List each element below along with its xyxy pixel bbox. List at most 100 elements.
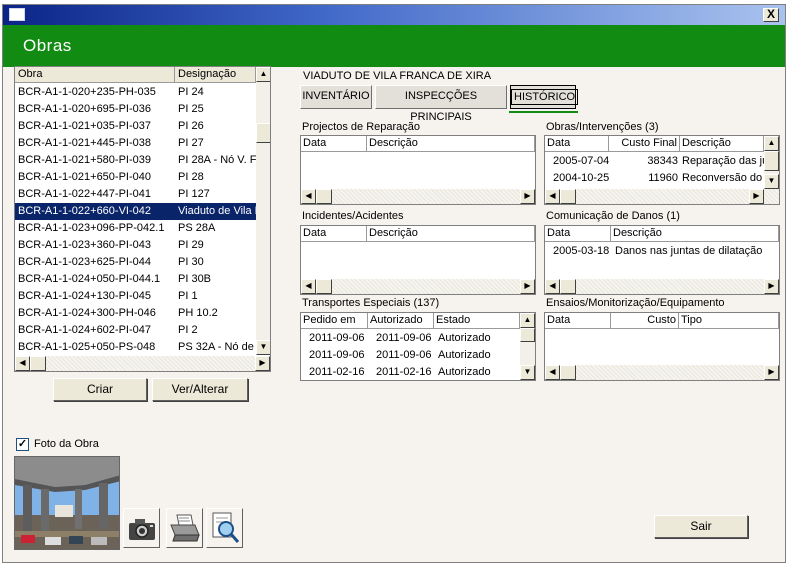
criar-button[interactable]: Criar [53, 378, 147, 401]
projectos-grid[interactable]: Data Descrição ◀ ▶ [300, 135, 536, 205]
column-header-descricao[interactable]: Descrição [611, 226, 779, 242]
scroll-down-icon[interactable]: ▼ [764, 174, 779, 189]
scroll-left-icon[interactable]: ◀ [15, 356, 30, 371]
column-header-pedido-em[interactable]: Pedido em [301, 313, 368, 329]
transportes-grid[interactable]: Pedido em Autorizado Estado 2011-09-06 2… [300, 312, 536, 381]
list-item[interactable]: BCR-A1-1-022+447-PI-041 PI 127 [15, 186, 256, 203]
scroll-thumb[interactable] [560, 365, 576, 380]
scroll-right-icon[interactable]: ▶ [520, 279, 535, 294]
foto-checkbox[interactable]: ✓ [16, 438, 29, 451]
cell-pedido-em: 2011-02-16 [309, 366, 365, 378]
column-header-descricao[interactable]: Descrição [367, 226, 535, 242]
list-item[interactable]: BCR-A1-1-021+445-PI-038 PI 27 [15, 135, 256, 152]
table-row[interactable]: 2011-09-06 2011-09-06 Autorizado [301, 347, 520, 364]
scroll-right-icon[interactable]: ▶ [255, 356, 270, 371]
ver-alterar-button[interactable]: Ver/Alterar [152, 378, 248, 401]
scroll-up-icon[interactable]: ▲ [520, 313, 535, 328]
column-header-autorizado[interactable]: Autorizado [368, 313, 434, 329]
scroll-thumb[interactable] [30, 356, 46, 371]
projectos-hscroll[interactable]: ◀ ▶ [301, 189, 535, 204]
list-item-designacao: PI 30B [178, 273, 212, 285]
list-item[interactable]: BCR-A1-1-023+096-PP-042.1 PS 28A [15, 220, 256, 237]
scroll-down-icon[interactable]: ▼ [256, 340, 270, 355]
scroll-up-icon[interactable]: ▲ [764, 136, 779, 151]
ensaios-grid[interactable]: Data Custo Tipo ◀ ▶ [544, 312, 780, 381]
incidentes-hscroll[interactable]: ◀ ▶ [301, 279, 535, 294]
column-header-obra[interactable]: Obra [15, 67, 175, 83]
column-header-custo[interactable]: Custo [611, 313, 679, 329]
list-item[interactable]: BCR-A1-1-020+695-PI-036 PI 25 [15, 101, 256, 118]
list-item[interactable]: BCR-A1-1-024+130-PI-045 PI 1 [15, 288, 256, 305]
list-item[interactable]: BCR-A1-1-024+050-PI-044.1 PI 30B [15, 271, 256, 288]
column-header-data[interactable]: Data [301, 226, 367, 242]
scroll-left-icon[interactable]: ◀ [545, 189, 560, 204]
ensaios-label: Ensaios/Monitorização/Equipamento [546, 297, 725, 309]
column-header-descricao[interactable]: Descrição [680, 136, 764, 152]
preview-button[interactable] [206, 508, 243, 548]
scroll-right-icon[interactable]: ▶ [764, 279, 779, 294]
column-header-data[interactable]: Data [301, 136, 367, 152]
obras-intervencoes-hscroll[interactable]: ◀ ▶ [545, 189, 779, 204]
print-button[interactable] [166, 508, 203, 548]
scroll-thumb[interactable] [316, 189, 332, 204]
obras-intervencoes-vscroll[interactable]: ▲ ▼ [764, 136, 779, 189]
column-header-tipo[interactable]: Tipo [679, 313, 779, 329]
column-header-data[interactable]: Data [545, 136, 609, 152]
obra-list-vscroll[interactable]: ▲ ▼ [256, 67, 270, 355]
list-item[interactable]: BCR-A1-1-025+050-PS-048 PS 32A - Nó de V. [15, 339, 256, 356]
list-item[interactable]: BCR-A1-1-021+035-PI-037 PI 26 [15, 118, 256, 135]
column-header-estado[interactable]: Estado [434, 313, 520, 329]
scroll-left-icon[interactable]: ◀ [301, 189, 316, 204]
list-item[interactable]: BCR-A1-1-021+580-PI-039 PI 28A - Nó V. F.… [15, 152, 256, 169]
obras-intervencoes-grid[interactable]: Data Custo Final Descrição 2005-07-04 38… [544, 135, 780, 205]
scroll-thumb[interactable] [560, 279, 576, 294]
ensaios-hscroll[interactable]: ◀ ▶ [545, 365, 779, 380]
column-header-designacao[interactable]: Designação [175, 67, 256, 83]
incidentes-grid[interactable]: Data Descrição ◀ ▶ [300, 225, 536, 295]
list-item-obra: BCR-A1-1-024+130-PI-045 [18, 290, 151, 302]
list-item[interactable]: BCR-A1-1-023+360-PI-043 PI 29 [15, 237, 256, 254]
list-item[interactable]: BCR-A1-1-023+625-PI-044 PI 30 [15, 254, 256, 271]
tab-inspeccoes-principais[interactable]: INSPECÇÕES PRINCIPAIS [375, 85, 507, 123]
scroll-right-icon[interactable]: ▶ [764, 365, 779, 380]
transportes-vscroll[interactable]: ▲ ▼ [520, 313, 535, 380]
tab-inventario[interactable]: INVENTÁRIO [300, 85, 372, 109]
table-row[interactable]: 2011-02-16 2011-02-16 Autorizado [301, 364, 520, 380]
list-item-obra: BCR-A1-1-024+050-PI-044.1 [18, 273, 161, 285]
obra-list[interactable]: Obra Designação BCR-A1-1-020+235-PH-035 P… [14, 66, 271, 372]
column-header-custo-final[interactable]: Custo Final [609, 136, 680, 152]
table-row[interactable]: 2011-09-06 2011-09-06 Autorizado [301, 330, 520, 347]
cell-estado: Autorizado [438, 366, 491, 378]
scroll-thumb[interactable] [560, 189, 576, 204]
close-button[interactable]: X [763, 8, 779, 22]
column-header-descricao[interactable]: Descrição [367, 136, 535, 152]
list-item[interactable]: BCR-A1-1-024+300-PH-046 PH 10.2 [15, 305, 256, 322]
obra-list-hscroll[interactable]: ◀ ▶ [15, 356, 270, 371]
comunicacao-grid[interactable]: Data Descrição 2005-03-18 Danos nas junt… [544, 225, 780, 295]
sair-button[interactable]: Sair [654, 515, 748, 538]
table-row[interactable]: 2004-10-25 11960 Reconversão do [545, 170, 764, 187]
scroll-up-icon[interactable]: ▲ [256, 67, 270, 82]
column-header-data[interactable]: Data [545, 226, 611, 242]
scroll-right-icon[interactable]: ▶ [749, 189, 764, 204]
scroll-left-icon[interactable]: ◀ [301, 279, 316, 294]
table-row[interactable]: 2005-03-18 Danos nas juntas de dilatação [545, 243, 779, 260]
list-item[interactable]: BCR-A1-1-020+235-PH-035 PI 24 [15, 84, 256, 101]
list-item[interactable]: BCR-A1-1-024+602-PI-047 PI 2 [15, 322, 256, 339]
list-item[interactable]: BCR-A1-1-021+650-PI-040 PI 28 [15, 169, 256, 186]
camera-button[interactable] [123, 508, 160, 548]
scroll-thumb[interactable] [256, 123, 270, 143]
list-item[interactable]: BCR-A1-1-022+660-VI-042 Viaduto de Vila F… [15, 203, 256, 220]
cell-autorizado: 2011-09-06 [376, 332, 432, 344]
scroll-left-icon[interactable]: ◀ [545, 365, 560, 380]
scroll-thumb[interactable] [764, 151, 779, 171]
table-row[interactable]: 2005-07-04 38343 Reparação das juntas [545, 153, 764, 170]
scroll-thumb[interactable] [520, 328, 535, 342]
tab-historico[interactable]: HISTÓRICO [510, 85, 579, 109]
scroll-left-icon[interactable]: ◀ [545, 279, 560, 294]
scroll-right-icon[interactable]: ▶ [520, 189, 535, 204]
comunicacao-hscroll[interactable]: ◀ ▶ [545, 279, 779, 294]
scroll-thumb[interactable] [316, 279, 332, 294]
scroll-down-icon[interactable]: ▼ [520, 365, 535, 380]
column-header-data[interactable]: Data [545, 313, 611, 329]
